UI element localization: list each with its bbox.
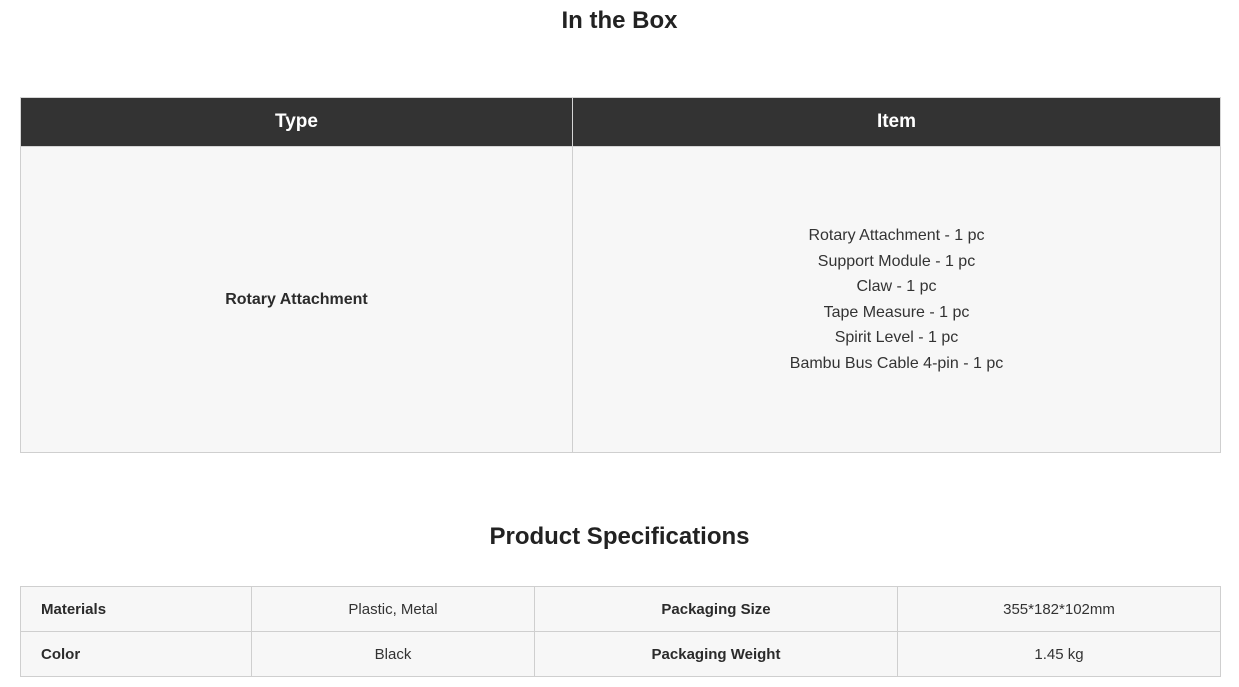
spec-value: Black: [251, 631, 535, 677]
spec-label: Packaging Size: [534, 586, 898, 632]
product-specifications-title: Product Specifications: [489, 523, 750, 550]
specifications-table: Materials Plastic, Metal Packaging Size …: [20, 586, 1221, 677]
list-item: Bambu Bus Cable 4-pin - 1 pc: [789, 354, 1004, 372]
list-item: Rotary Attachment - 1 pc: [808, 227, 985, 244]
spec-value: 355*182*102mm: [897, 586, 1221, 632]
items-list: Rotary Attachment - 1 pc Support Module …: [573, 223, 1220, 376]
table-row: Rotary Attachment Rotary Attachment - 1 …: [20, 146, 1221, 453]
list-item: Spirit Level - 1 pc: [834, 329, 959, 346]
spec-value: Plastic, Metal: [251, 586, 535, 632]
table-row: Color Black Packaging Weight 1.45 kg: [20, 631, 1221, 677]
type-cell: Rotary Attachment: [20, 146, 573, 453]
spec-label: Materials: [20, 586, 252, 632]
in-the-box-table: Type Item Rotary Attachment Rotary Attac…: [20, 97, 1221, 453]
spec-value: 1.45 kg: [897, 631, 1221, 677]
list-item: Claw - 1 pc: [856, 278, 937, 295]
list-item: Support Module - 1 pc: [817, 252, 976, 270]
in-the-box-title: In the Box: [561, 7, 678, 34]
items-cell: Rotary Attachment - 1 pc Support Module …: [572, 146, 1221, 453]
item-column-header: Item: [572, 97, 1221, 147]
page: In the Box Type Item Rotary Attachment R…: [0, 0, 1239, 687]
list-item: Tape Measure - 1 pc: [823, 303, 970, 321]
type-column-header: Type: [20, 97, 573, 147]
in-the-box-header-row: Type Item: [20, 97, 1221, 147]
table-row: Materials Plastic, Metal Packaging Size …: [20, 586, 1221, 632]
spec-label: Packaging Weight: [534, 631, 898, 677]
spec-label: Color: [20, 631, 252, 677]
